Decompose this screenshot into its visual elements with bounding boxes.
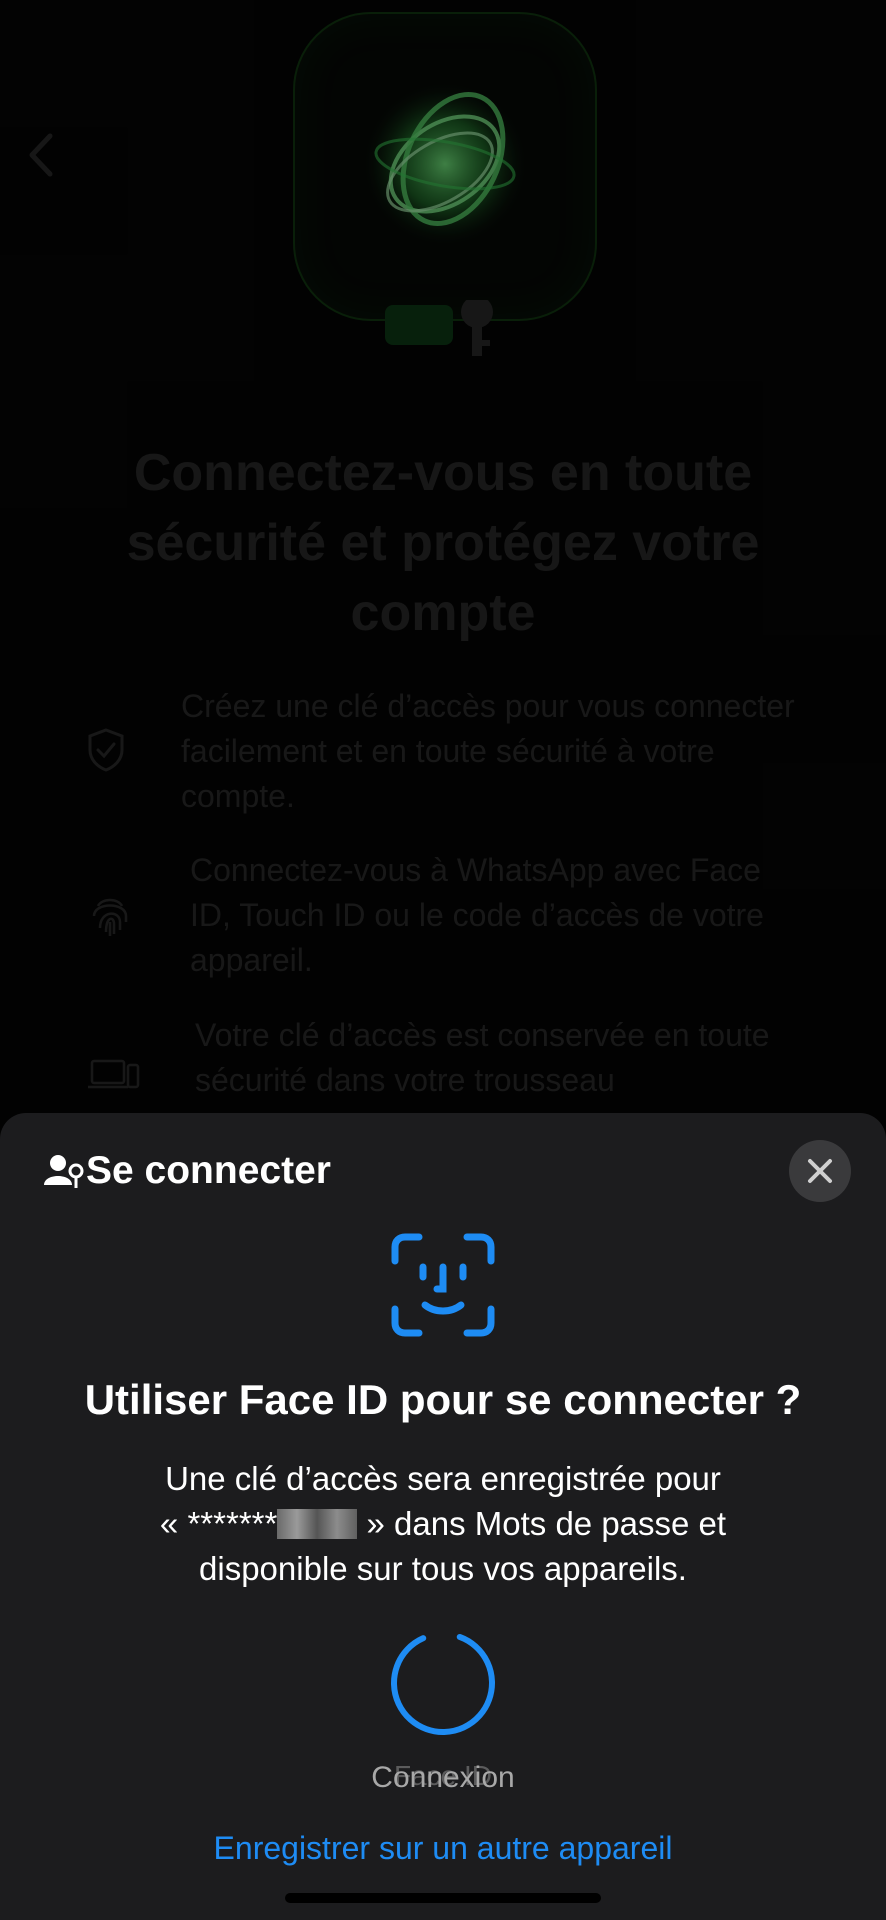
- close-icon: [808, 1159, 832, 1183]
- home-indicator[interactable]: [285, 1893, 601, 1903]
- fingerprint-icon: [84, 888, 136, 940]
- feature-text: Connectez-vous à WhatsApp avec Face ID, …: [190, 852, 764, 978]
- prompt-desc-line: » dans Mots de passe et: [357, 1505, 727, 1542]
- prompt-desc-account: « *******: [159, 1505, 278, 1542]
- redacted-account: [277, 1509, 358, 1539]
- shield-check-icon: [80, 724, 132, 776]
- key-icon: [385, 296, 500, 360]
- prompt-desc-line: Une clé d’accès sera enregistrée pour: [165, 1460, 721, 1497]
- person-key-icon: [44, 1153, 84, 1189]
- sheet-title: Se connecter: [86, 1149, 331, 1192]
- prompt-desc-line: disponible sur tous vos appareils.: [199, 1550, 687, 1587]
- feature-text: Créez une clé d’accès pour vous connecte…: [181, 688, 795, 814]
- face-id-icon: [391, 1233, 495, 1337]
- prompt-description: Une clé d’accès sera enregistrée pour « …: [80, 1456, 806, 1591]
- save-other-device-link[interactable]: Enregistrer sur un autre appareil: [0, 1826, 886, 1870]
- page-headline: Connectez-vous en toute sécurité et prot…: [126, 444, 760, 642]
- back-chevron-icon[interactable]: [22, 130, 58, 180]
- passkey-hero-illustration: [293, 12, 597, 321]
- loading-spinner-icon: [388, 1628, 498, 1738]
- feature-text: Votre clé d’accès est conservée en toute…: [195, 1017, 770, 1098]
- devices-icon: [88, 1057, 140, 1109]
- status-label: Connexion: [371, 1761, 515, 1794]
- prompt-title: Utiliser Face ID pour se connecter ?: [84, 1376, 802, 1423]
- close-button[interactable]: [789, 1140, 851, 1202]
